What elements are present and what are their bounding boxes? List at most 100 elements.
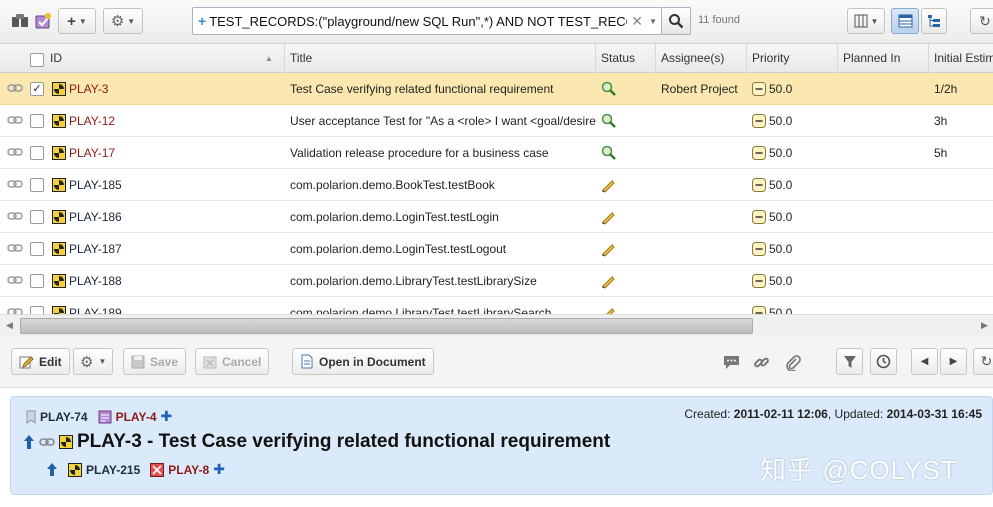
row-checkbox[interactable] — [30, 210, 44, 224]
clear-icon[interactable]: ✕ — [631, 13, 643, 30]
link-icon[interactable] — [751, 352, 771, 372]
search-button[interactable] — [661, 7, 691, 35]
next-item-button[interactable]: ▶ — [940, 348, 967, 375]
tree-view-button[interactable] — [921, 8, 947, 34]
column-header-assignee[interactable]: Assignee(s) — [655, 44, 746, 73]
table-view-button[interactable] — [891, 8, 919, 34]
link-icon[interactable] — [7, 147, 23, 157]
child-link-play-215[interactable]: PLAY-215 — [86, 463, 140, 477]
select-all-checkbox[interactable] — [30, 53, 44, 67]
column-header-status[interactable]: Status — [595, 44, 655, 73]
row-title[interactable]: Validation release procedure for a busin… — [290, 137, 596, 169]
row-title[interactable]: com.polarion.demo.BookTest.testBook — [290, 169, 596, 201]
row-title[interactable]: com.polarion.demo.LibraryTest.testLibrar… — [290, 297, 596, 314]
child-link-play-8[interactable]: PLAY-8 — [168, 463, 209, 477]
row-title[interactable]: User acceptance Test for "As a <role> I … — [290, 105, 596, 137]
refresh-item-button[interactable]: ↻ — [973, 348, 993, 375]
attachment-icon[interactable] — [783, 352, 803, 372]
open-in-document-button[interactable]: Open in Document — [292, 348, 434, 375]
row-id[interactable]: PLAY-189 — [69, 297, 122, 314]
row-checkbox[interactable] — [30, 114, 44, 128]
link-icon[interactable] — [7, 179, 23, 189]
item-settings-button[interactable]: ⚙ ▼ — [73, 348, 113, 375]
row-checkbox[interactable]: ✓ — [30, 82, 44, 96]
add-icon: + — [67, 12, 76, 30]
table-row[interactable]: PLAY-185 com.polarion.demo.BookTest.testB… — [0, 169, 993, 201]
sort-ascending-icon[interactable]: ▲ — [265, 54, 273, 63]
link-icon[interactable] — [7, 211, 23, 221]
table-row[interactable]: PLAY-188 com.polarion.demo.LibraryTest.te… — [0, 265, 993, 297]
scroll-left-icon[interactable]: ◀ — [6, 320, 13, 331]
column-header-priority[interactable]: Priority — [746, 44, 838, 73]
column-header-title[interactable]: Title — [284, 44, 596, 73]
row-checkbox[interactable] — [30, 178, 44, 192]
test-case-icon — [52, 274, 66, 288]
column-header-estimate[interactable]: Initial Estimate — [928, 44, 993, 73]
row-checkbox[interactable] — [30, 306, 44, 314]
table-row[interactable]: PLAY-187 com.polarion.demo.LoginTest.test… — [0, 233, 993, 265]
row-id[interactable]: PLAY-185 — [69, 169, 122, 201]
column-header-planned-in[interactable]: Planned In — [837, 44, 929, 73]
table-row[interactable]: PLAY-189 com.polarion.demo.LibraryTest.te… — [0, 297, 993, 314]
link-icon[interactable] — [7, 115, 23, 125]
row-checkbox[interactable] — [30, 274, 44, 288]
row-id[interactable]: PLAY-186 — [69, 201, 122, 233]
up-arrow-icon[interactable] — [46, 462, 58, 477]
bookmark-icon — [26, 410, 36, 424]
parent-link-play-4[interactable]: PLAY-4 — [116, 410, 157, 424]
parent-link-play-74[interactable]: PLAY-74 — [40, 410, 88, 424]
edit-button[interactable]: Edit — [11, 348, 70, 375]
filter-button[interactable] — [836, 348, 863, 375]
link-icon[interactable] — [7, 243, 23, 253]
priority-icon — [752, 306, 766, 314]
horizontal-scrollbar[interactable]: ◀ ▶ — [0, 314, 993, 336]
previous-item-button[interactable]: ◀ — [911, 348, 938, 375]
chevron-down-icon[interactable]: ▼ — [649, 17, 657, 26]
query-input[interactable]: + TEST_RECORDS:("playground/new SQL Run"… — [192, 7, 662, 35]
settings-button[interactable]: ⚙ ▼ — [103, 8, 143, 34]
row-id[interactable]: PLAY-188 — [69, 265, 122, 297]
add-button[interactable]: + ▼ — [58, 8, 96, 34]
row-checkbox[interactable] — [30, 146, 44, 160]
new-query-icon[interactable] — [33, 10, 53, 32]
table-row[interactable]: PLAY-12 User acceptance Test for "As a <r… — [0, 105, 993, 137]
link-icon[interactable] — [39, 437, 55, 447]
up-arrow-icon[interactable] — [23, 434, 35, 450]
columns-button[interactable]: ▼ — [847, 8, 885, 34]
add-child-link-icon[interactable]: ✚ — [213, 461, 225, 478]
queries-icon[interactable] — [10, 10, 30, 32]
add-parent-link-icon[interactable]: ✚ — [161, 408, 173, 425]
cancel-button[interactable]: Cancel — [195, 348, 270, 375]
row-title[interactable]: com.polarion.demo.LoginTest.testLogout — [290, 233, 596, 265]
row-id[interactable]: PLAY-17 — [69, 137, 115, 169]
row-checkbox[interactable] — [30, 242, 44, 256]
history-button[interactable] — [870, 348, 897, 375]
link-icon[interactable] — [7, 83, 23, 93]
row-priority: 50.0 — [769, 82, 793, 96]
chevron-down-icon: ▼ — [870, 16, 879, 26]
row-id[interactable]: PLAY-187 — [69, 233, 122, 265]
column-header-id[interactable]: ID — [45, 44, 285, 73]
row-title[interactable]: Test Case verifying related functional r… — [290, 73, 596, 105]
requirement-icon — [98, 410, 112, 423]
row-assignee — [661, 201, 747, 233]
row-id[interactable]: PLAY-12 — [69, 105, 115, 137]
row-title[interactable]: com.polarion.demo.LibraryTest.testLibrar… — [290, 265, 596, 297]
refresh-button[interactable]: ↻ — [970, 8, 993, 34]
table-row[interactable]: PLAY-186 com.polarion.demo.LoginTest.test… — [0, 201, 993, 233]
filter-icon — [843, 355, 856, 368]
query-text[interactable]: TEST_RECORDS:("playground/new SQL Run",*… — [209, 14, 627, 29]
table-row[interactable]: PLAY-17 Validation release procedure for … — [0, 137, 993, 169]
row-assignee — [661, 233, 747, 265]
scrollbar-thumb[interactable] — [20, 318, 753, 334]
table-row[interactable]: ✓ PLAY-3 Test Case verifying related funct… — [0, 73, 993, 105]
row-id[interactable]: PLAY-3 — [69, 73, 108, 105]
scroll-right-icon[interactable]: ▶ — [981, 320, 988, 331]
row-title[interactable]: com.polarion.demo.LoginTest.testLogin — [290, 201, 596, 233]
link-icon[interactable] — [7, 275, 23, 285]
comments-icon[interactable] — [721, 352, 741, 372]
save-button[interactable]: Save — [123, 348, 187, 375]
add-condition-icon[interactable]: + — [198, 13, 206, 29]
link-icon[interactable] — [7, 307, 23, 314]
created-label: Created: — [684, 407, 731, 421]
